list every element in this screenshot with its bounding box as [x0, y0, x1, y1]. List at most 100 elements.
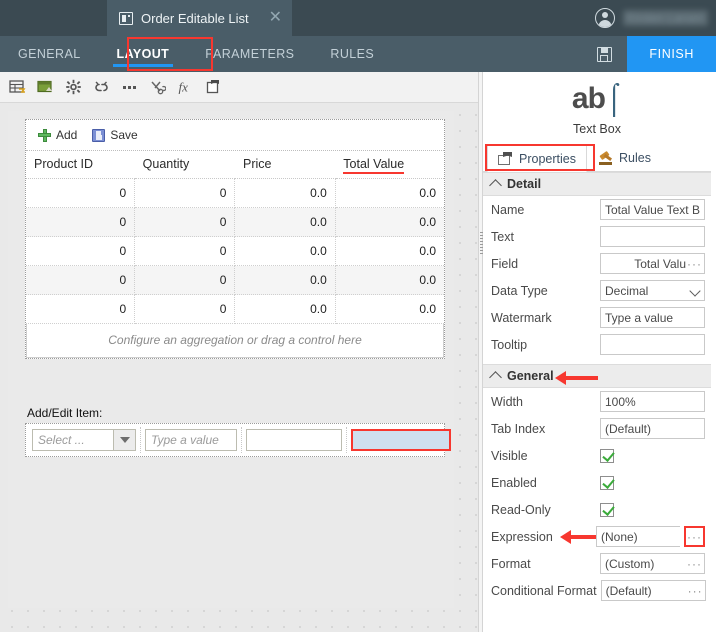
more-options-icon[interactable]	[116, 74, 142, 100]
tab-rules[interactable]: Rules	[587, 144, 662, 171]
tab-parameters[interactable]: PARAMETERS	[187, 36, 312, 72]
insert-grid-icon[interactable]	[4, 74, 30, 100]
tab-general[interactable]: GENERAL	[0, 36, 99, 72]
widget-save-button[interactable]: Save	[92, 128, 138, 142]
property-value-tooltip[interactable]	[600, 334, 705, 355]
property-label-read-only: Read-Only	[491, 502, 551, 517]
property-label-visible: Visible	[491, 448, 528, 463]
title-bar: Order Editable List ✕ Kirsten Larsen	[0, 0, 716, 36]
cell-total-value: 0.0	[335, 178, 444, 208]
property-value-visible	[600, 448, 705, 463]
total-value-text-box[interactable]	[351, 429, 451, 451]
property-label-expression: Expression	[491, 529, 553, 544]
column-header-quantity[interactable]: Quantity	[134, 151, 235, 179]
table-row[interactable]: 0 0 0.0 0.0	[26, 207, 444, 237]
cell-product-id: 0	[26, 207, 136, 237]
tab-rules[interactable]: RULES	[312, 36, 392, 72]
add-edit-item-row[interactable]: Select ... Type a value	[25, 423, 451, 457]
tab-properties-label: Properties	[519, 151, 576, 166]
chevron-down-icon[interactable]	[689, 285, 701, 297]
ellipsis-icon[interactable]: ···	[687, 558, 702, 570]
save-button[interactable]	[581, 36, 627, 72]
cell-price: 0.0	[234, 236, 336, 266]
property-value-read-only	[600, 502, 705, 517]
paste-icon[interactable]	[200, 74, 226, 100]
quantity-input[interactable]: Type a value	[145, 429, 237, 451]
expression-editor-button[interactable]: ···	[684, 526, 705, 547]
property-value-conditional-format[interactable]: (Default) ···	[600, 580, 706, 601]
tab-rules-label: Rules	[618, 151, 651, 165]
data-grid[interactable]: Product ID Quantity Price Total Value 0 …	[26, 151, 444, 324]
cell-product-id: 0	[26, 265, 136, 295]
property-label-width: Width	[491, 394, 523, 409]
quantity-input-placeholder: Type a value	[151, 433, 219, 447]
ellipsis-icon[interactable]: ···	[687, 258, 702, 270]
tab-layout[interactable]: LAYOUT	[99, 36, 188, 72]
column-header-total-value[interactable]: Total Value	[335, 151, 444, 179]
cut-icon[interactable]	[144, 74, 170, 100]
column-header-price[interactable]: Price	[234, 151, 336, 179]
design-canvas[interactable]: Add Save Product ID Quantity Price Total…	[0, 103, 478, 632]
property-value-tab-index[interactable]: (Default)	[600, 418, 705, 439]
section-nav-bar: GENERAL LAYOUT PARAMETERS RULES FINISH	[0, 36, 716, 72]
canvas-surface[interactable]: Add Save Product ID Quantity Price Total…	[8, 111, 454, 608]
product-id-select[interactable]: Select ...	[32, 429, 136, 451]
formula-icon[interactable]: fx	[172, 74, 198, 100]
property-value-watermark[interactable]: Type a value	[600, 307, 705, 328]
insert-image-icon[interactable]	[32, 74, 58, 100]
editable-list-widget[interactable]: Add Save Product ID Quantity Price Total…	[25, 119, 445, 359]
add-edit-cell-2: Type a value	[141, 427, 242, 453]
table-row[interactable]: 0 0 0.0 0.0	[26, 265, 444, 295]
property-label-tooltip: Tooltip	[491, 337, 528, 352]
add-edit-item-area: Add/Edit Item: Select ... Type a value	[25, 406, 451, 457]
widget-add-button[interactable]: Add	[38, 128, 77, 142]
property-value-field[interactable]: Total Valu ···	[600, 253, 705, 274]
table-row[interactable]: 0 0 0.0 0.0	[26, 294, 444, 324]
annotation-arrow-general	[555, 371, 598, 385]
property-value-data-type-text: Decimal	[605, 283, 649, 298]
document-tab[interactable]: Order Editable List ✕	[107, 0, 293, 36]
property-label-conditional-format: Conditional Format	[491, 583, 597, 598]
property-row-enabled: Enabled	[483, 469, 711, 496]
grid-header-row: Product ID Quantity Price Total Value	[26, 151, 444, 179]
property-value-width[interactable]: 100%	[600, 391, 705, 412]
chevron-down-icon[interactable]	[113, 430, 135, 450]
price-input[interactable]	[246, 429, 342, 451]
section-header-detail[interactable]: Detail	[483, 172, 711, 196]
property-row-data-type: Data Type Decimal	[483, 277, 711, 304]
property-value-name[interactable]: Total Value Text B	[600, 199, 705, 220]
control-type-label: Text Box	[573, 122, 621, 136]
property-row-field: Field Total Valu ···	[483, 250, 711, 277]
document-tab-title: Order Editable List	[141, 10, 249, 26]
settings-gear-icon[interactable]	[60, 74, 86, 100]
property-value-expression[interactable]: (None)	[596, 526, 680, 547]
property-label-tab-index: Tab Index	[491, 421, 546, 436]
user-avatar-icon	[594, 8, 615, 28]
section-header-general[interactable]: General	[483, 364, 711, 388]
read-only-checkbox[interactable]	[600, 502, 614, 517]
close-icon[interactable]: ✕	[269, 10, 282, 26]
property-value-data-type[interactable]: Decimal	[600, 280, 705, 301]
property-row-conditional-format: Conditional Format (Default) ···	[483, 577, 711, 604]
property-label-field: Field	[491, 256, 519, 271]
cell-total-value: 0.0	[335, 207, 444, 237]
property-value-format-text: (Custom)	[605, 556, 655, 571]
user-account[interactable]: Kirsten Larsen	[594, 0, 708, 36]
table-row[interactable]: 0 0 0.0 0.0	[26, 236, 444, 266]
section-title-general: General	[507, 369, 554, 383]
section-title-detail: Detail	[507, 177, 542, 191]
aggregation-dropzone[interactable]: Configure an aggregation or drag a contr…	[26, 324, 444, 358]
ellipsis-icon[interactable]: ···	[688, 585, 703, 597]
property-value-format[interactable]: (Custom) ···	[600, 553, 705, 574]
tab-properties[interactable]: Properties	[487, 144, 587, 172]
table-row[interactable]: 0 0 0.0 0.0	[26, 178, 444, 208]
finish-button[interactable]: FINISH	[627, 36, 716, 72]
add-edit-cell-3	[242, 427, 347, 453]
visible-checkbox[interactable]	[600, 448, 614, 463]
property-value-text[interactable]	[600, 226, 705, 247]
user-name-label: Kirsten Larsen	[622, 10, 708, 26]
break-link-icon[interactable]	[88, 74, 114, 100]
enabled-checkbox[interactable]	[600, 475, 614, 490]
column-header-product-id[interactable]: Product ID	[26, 151, 135, 179]
chevron-up-icon	[489, 179, 502, 192]
